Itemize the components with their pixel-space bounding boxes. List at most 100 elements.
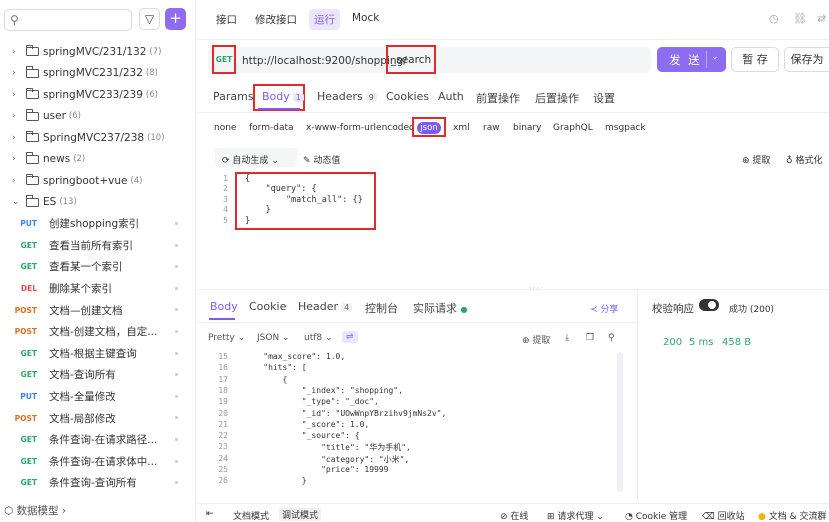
- doc-mode-button[interactable]: 文档模式: [233, 509, 269, 522]
- autogen-button[interactable]: ⟳ 自动生成 ⌄: [222, 153, 279, 166]
- api-item[interactable]: DEL 删除某个索引: [0, 278, 196, 300]
- share-icon[interactable]: ⇄: [817, 12, 826, 25]
- tab-params[interactable]: Params: [213, 90, 254, 103]
- extract-button[interactable]: ⊕ 提取: [742, 153, 770, 166]
- chevron-down-icon[interactable]: ⌄: [711, 52, 719, 62]
- api-item[interactable]: POST 文档-创建文档，自定...: [0, 321, 196, 343]
- body-type-xml[interactable]: xml: [453, 123, 470, 133]
- history-icon[interactable]: ◷: [769, 12, 779, 25]
- wrap-icon[interactable]: ⇌: [342, 331, 358, 343]
- debug-mode-button[interactable]: 调试模式: [279, 508, 322, 521]
- resp-tab-cookie[interactable]: Cookie: [249, 300, 286, 313]
- api-item[interactable]: POST 文档—创建文档: [0, 299, 196, 321]
- tab-post-ops[interactable]: 后置操作: [535, 90, 579, 106]
- folder-name: springMVC231/232: [43, 67, 143, 79]
- folder-item[interactable]: › SpringMVC237/238 (10): [0, 127, 196, 148]
- api-item[interactable]: GET 条件查询-在请求路径...: [0, 429, 196, 451]
- api-item[interactable]: GET 文档-查询所有: [0, 364, 196, 386]
- online-icon: ⊘: [500, 512, 508, 522]
- encoding-select[interactable]: utf8 ⌄: [304, 333, 333, 343]
- resp-tab-body[interactable]: Body: [210, 300, 238, 313]
- collapse-icon[interactable]: ⇤: [206, 509, 214, 519]
- format-select[interactable]: JSON ⌄: [257, 333, 290, 343]
- body-type-urlencoded[interactable]: x-www-form-urlencoded: [306, 123, 415, 133]
- folder-item[interactable]: › news (2): [0, 149, 196, 170]
- api-item[interactable]: GET 文档-根据主键查询: [0, 343, 196, 365]
- copy-icon[interactable]: ❐: [586, 333, 594, 343]
- tab-pre-ops[interactable]: 前置操作: [476, 90, 520, 106]
- body-type-form-data[interactable]: form-data: [249, 123, 294, 133]
- resp-extract-button[interactable]: ⊕ 提取: [522, 333, 550, 346]
- tab-settings[interactable]: 设置: [593, 90, 615, 106]
- folder-item[interactable]: › springMVC233/239 (6): [0, 84, 196, 105]
- tab-auth[interactable]: Auth: [438, 90, 464, 103]
- resp-tab-header[interactable]: Header 4: [298, 300, 353, 313]
- folder-item[interactable]: ⌄ ES (13): [0, 192, 196, 213]
- pretty-select[interactable]: Pretty ⌄: [208, 333, 245, 343]
- folder-item[interactable]: › user (6): [0, 106, 196, 127]
- tab-cookies[interactable]: Cookies: [386, 90, 429, 103]
- recycle-button[interactable]: ⌫ 回收站: [702, 509, 745, 522]
- api-item[interactable]: PUT 创建shopping索引: [0, 213, 196, 235]
- api-item[interactable]: GET 条件查询-在请求体中...: [0, 451, 196, 473]
- api-item[interactable]: GET 查看某一个索引: [0, 256, 196, 278]
- code-line: "title": "华为手机",: [244, 443, 411, 453]
- tab-edit-api[interactable]: 修改接口: [255, 12, 297, 27]
- method-badge: GET: [20, 262, 37, 272]
- data-model-item[interactable]: ⬡ 数据模型 ›: [4, 503, 66, 518]
- tab-headers[interactable]: Headers 9: [317, 90, 377, 103]
- chevron-right-icon[interactable]: ›: [12, 111, 22, 121]
- chevron-right-icon[interactable]: ›: [12, 90, 22, 100]
- online-status[interactable]: ⊘ 在线: [500, 509, 528, 522]
- save-as-button[interactable]: 保存为: [784, 47, 829, 72]
- magic-icon: ✎: [303, 156, 311, 166]
- link-icon[interactable]: ⛓: [793, 12, 807, 25]
- folder-item[interactable]: › springboot+vue (4): [0, 170, 196, 191]
- download-icon[interactable]: ⤓: [565, 333, 569, 343]
- url-prefix[interactable]: http://localhost:9200/shopping/: [242, 55, 407, 67]
- chevron-right-icon[interactable]: ›: [12, 176, 22, 186]
- api-item[interactable]: PUT 文档-全量修改: [0, 386, 196, 408]
- docs-button[interactable]: ● 文档 & 交流群: [758, 509, 826, 522]
- tab-api[interactable]: 接口: [216, 12, 237, 27]
- body-type-json[interactable]: json: [417, 122, 441, 134]
- format-button[interactable]: ♁ 格式化: [786, 153, 822, 166]
- method-select[interactable]: GET: [212, 45, 236, 74]
- filter-button[interactable]: ▽: [139, 8, 160, 30]
- drag-handle-icon[interactable]: ···: [529, 284, 540, 293]
- search-input[interactable]: ⚲: [4, 9, 132, 31]
- body-type-graphql[interactable]: GraphQL: [553, 123, 593, 133]
- tab-body[interactable]: Body 1: [262, 90, 304, 103]
- proxy-button[interactable]: ⊞ 请求代理 ⌄: [547, 509, 604, 522]
- save-draft-button[interactable]: 暂 存: [731, 47, 779, 72]
- body-type-raw[interactable]: raw: [483, 123, 500, 133]
- share-button[interactable]: ≺ 分享: [590, 302, 618, 315]
- body-type-msgpack[interactable]: msgpack: [605, 123, 646, 133]
- validation-toggle[interactable]: [699, 299, 719, 311]
- search-icon[interactable]: ⚲: [608, 333, 615, 343]
- tab-mock[interactable]: Mock: [352, 12, 379, 24]
- add-button[interactable]: +: [165, 8, 186, 30]
- chevron-right-icon[interactable]: ›: [12, 68, 22, 78]
- validation-status: 成功 (200): [729, 305, 775, 315]
- chevron-right-icon[interactable]: ›: [12, 154, 22, 164]
- body-type-binary[interactable]: binary: [513, 123, 541, 133]
- folder-item[interactable]: › springMVC/231/132 (7): [0, 41, 196, 62]
- api-item[interactable]: POST 文档-局部修改: [0, 407, 196, 429]
- api-item[interactable]: GET 条件查询-查询所有: [0, 472, 196, 494]
- resp-tab-actual[interactable]: 实际请求 ●: [413, 300, 467, 316]
- resp-tab-console[interactable]: 控制台: [365, 300, 398, 316]
- status-dot: [175, 481, 178, 485]
- send-button[interactable]: 发 送 ⌄: [657, 47, 726, 72]
- body-type-none[interactable]: none: [214, 123, 236, 133]
- tab-run[interactable]: 运行: [309, 9, 340, 30]
- folder-item[interactable]: › springMVC231/232 (8): [0, 63, 196, 84]
- scrollbar[interactable]: [617, 352, 623, 492]
- chevron-down-icon[interactable]: ⌄: [12, 197, 22, 207]
- dynamic-value-button[interactable]: ✎ 动态值: [303, 153, 340, 166]
- api-item[interactable]: GET 查看当前所有索引: [0, 235, 196, 257]
- chevron-right-icon[interactable]: ›: [12, 133, 22, 143]
- url-path-highlight[interactable]: _search: [386, 45, 437, 74]
- cookie-button[interactable]: ◔ Cookie 管理: [625, 509, 687, 522]
- chevron-right-icon[interactable]: ›: [12, 47, 22, 57]
